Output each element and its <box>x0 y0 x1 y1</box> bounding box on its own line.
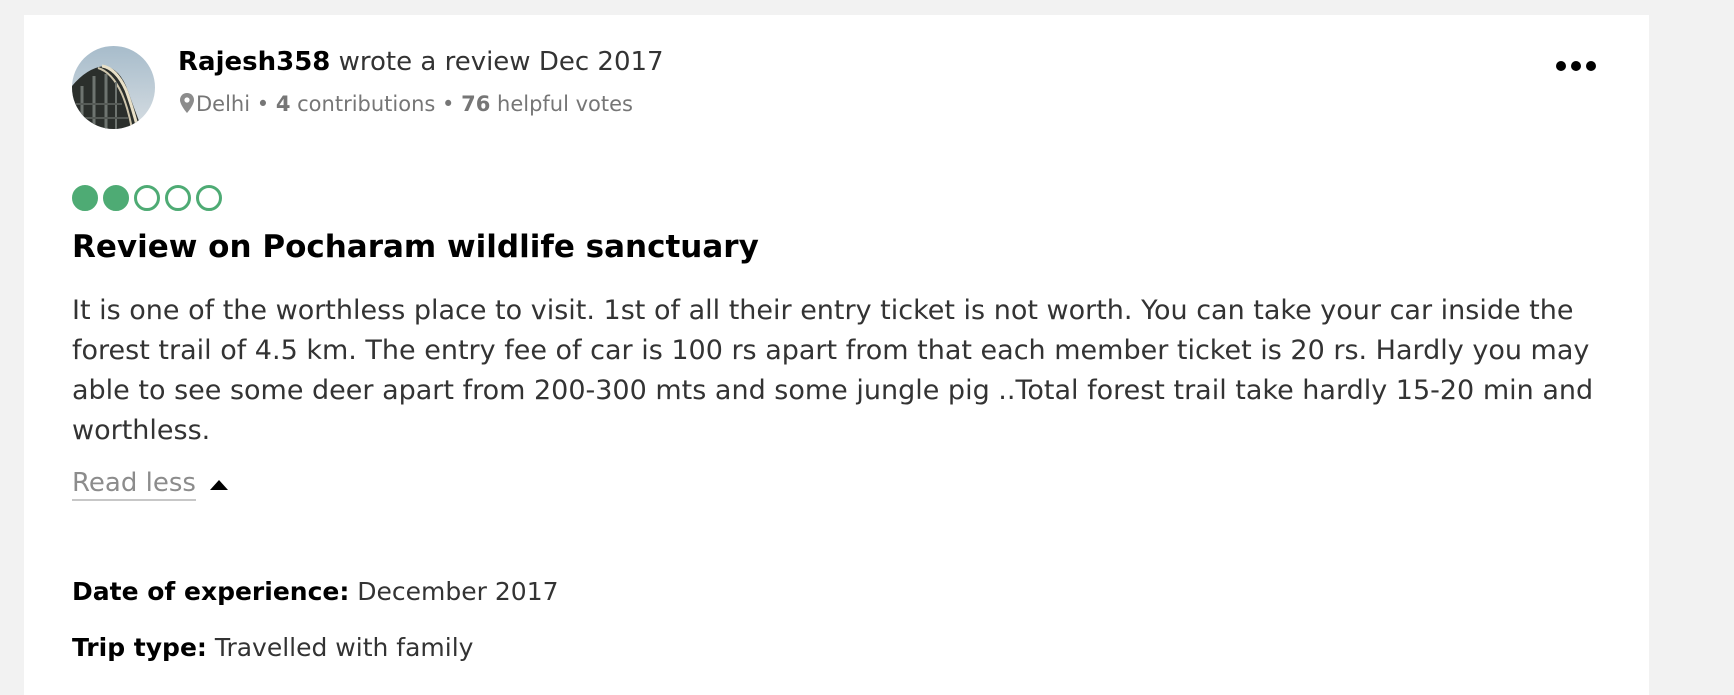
helpful-votes-count: 76 <box>461 92 491 116</box>
contributions-label: contributions <box>290 92 436 116</box>
helpful-votes-label: helpful votes <box>490 92 633 116</box>
contributions-count: 4 <box>275 92 291 116</box>
reviewer-location: Delhi <box>196 92 251 116</box>
more-options-icon[interactable] <box>1554 55 1598 77</box>
rating-bubble-filled-icon <box>103 185 129 211</box>
reviewer-username[interactable]: Rajesh358 <box>178 47 330 77</box>
rating-bubble-filled-icon <box>72 185 98 211</box>
review-action-text: wrote a review Dec 2017 <box>330 47 664 77</box>
read-less-label[interactable]: Read less <box>72 467 196 501</box>
read-less-button[interactable]: Read less <box>72 467 228 501</box>
meta-separator: • <box>435 92 462 116</box>
review-card: Rajesh358 wrote a review Dec 2017 Delhi … <box>24 15 1649 695</box>
reviewer-meta: Delhi • 4 contributions • 76 helpful vot… <box>180 89 633 121</box>
trip-type-value: Travelled with family <box>206 633 474 662</box>
meta-separator: • <box>250 92 276 116</box>
map-pin-icon <box>180 91 194 121</box>
review-title[interactable]: Review on Pocharam wildlife sanctuary <box>72 227 759 267</box>
date-of-experience-value: December 2017 <box>349 577 559 606</box>
rating-bubble-empty-icon <box>196 185 222 211</box>
avatar[interactable] <box>72 46 155 129</box>
date-of-experience-label: Date of experience: <box>72 577 350 606</box>
trip-type-label: Trip type: <box>72 633 207 662</box>
rating-bubble-empty-icon <box>165 185 191 211</box>
rating-bubble-empty-icon <box>134 185 160 211</box>
bubble-rating <box>72 185 227 211</box>
caret-up-icon[interactable] <box>209 475 228 494</box>
review-body: It is one of the worthless place to visi… <box>72 291 1632 451</box>
date-of-experience: Date of experience: December 2017 <box>72 575 559 609</box>
review-text: It is one of the worthless place to visi… <box>72 295 1594 446</box>
avatar-image <box>72 46 155 129</box>
review-author-line: Rajesh358 wrote a review Dec 2017 <box>178 45 664 79</box>
trip-type: Trip type: Travelled with family <box>72 631 473 665</box>
